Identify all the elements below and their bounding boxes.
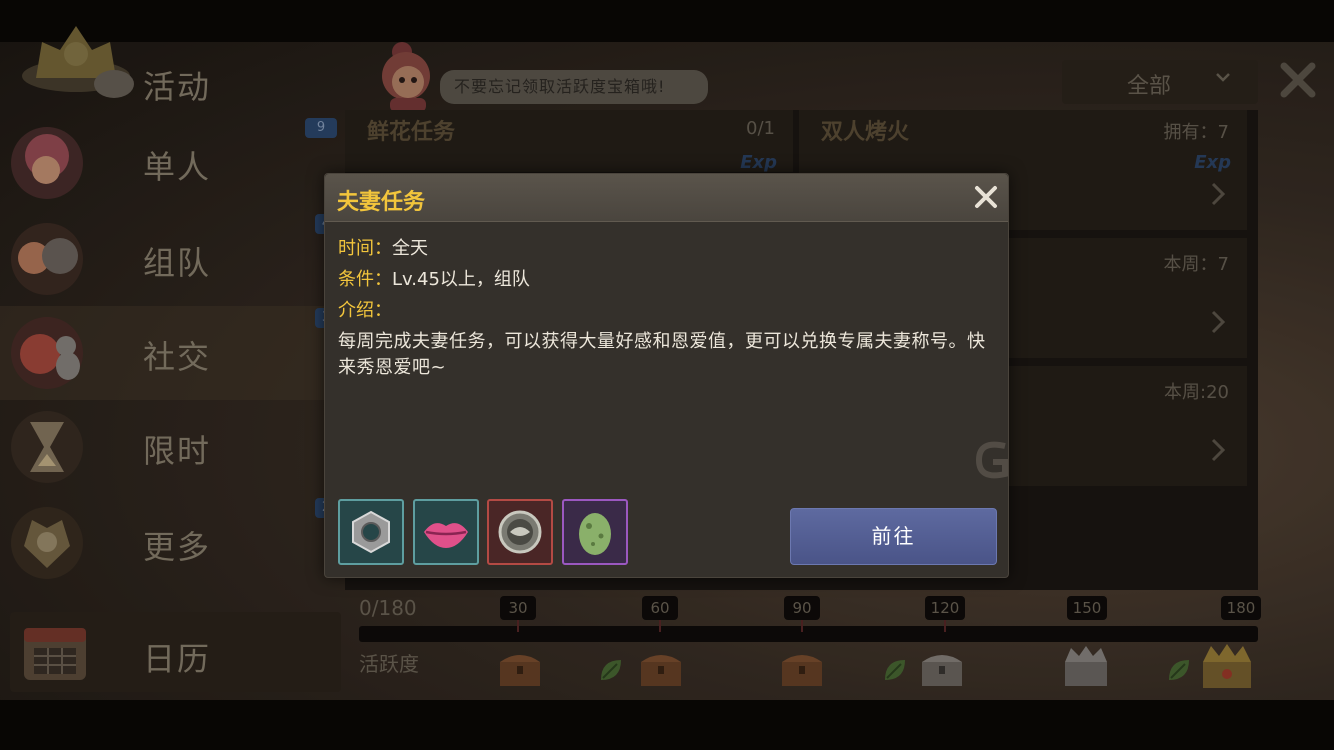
- medal-icon: [498, 510, 542, 554]
- close-icon[interactable]: [971, 182, 1001, 212]
- condition-value: Lv.45以上，组队: [392, 269, 530, 290]
- go-button[interactable]: 前往: [790, 508, 997, 565]
- lips-icon: [424, 523, 468, 548]
- intro-row: 介绍：: [338, 296, 392, 322]
- egg-icon: [579, 513, 611, 555]
- nut-icon: [352, 510, 390, 554]
- reward-slot[interactable]: [338, 499, 404, 565]
- activity-description: 每周完成夫妻任务，可以获得大量好感和恩爱值，更可以兑换专属夫妻称号。快来秀恩爱吧…: [338, 331, 986, 378]
- time-row: 时间：全天: [338, 234, 428, 260]
- time-key: 时间：: [338, 238, 392, 259]
- watermark-logo-icon: [975, 441, 1008, 479]
- condition-key: 条件：: [338, 269, 392, 290]
- time-value: 全天: [392, 238, 428, 259]
- game-scene: 活动 不要忘记领取活跃度宝箱哦! 全部 单人 9 组队 4: [0, 0, 1334, 750]
- reward-slot[interactable]: [413, 499, 479, 565]
- dialog-title: 夫妻任务: [337, 190, 426, 215]
- condition-row: 条件：Lv.45以上，组队: [338, 265, 530, 291]
- reward-slot[interactable]: [487, 499, 553, 565]
- reward-slot[interactable]: [562, 499, 628, 565]
- activity-detail-dialog: 夫妻任务 时间：全天 条件：Lv.45以上，组队 介绍： 每周完成夫妻任务，可以…: [324, 173, 1009, 578]
- intro-key: 介绍：: [338, 300, 392, 321]
- dialog-header: 夫妻任务: [325, 174, 1008, 222]
